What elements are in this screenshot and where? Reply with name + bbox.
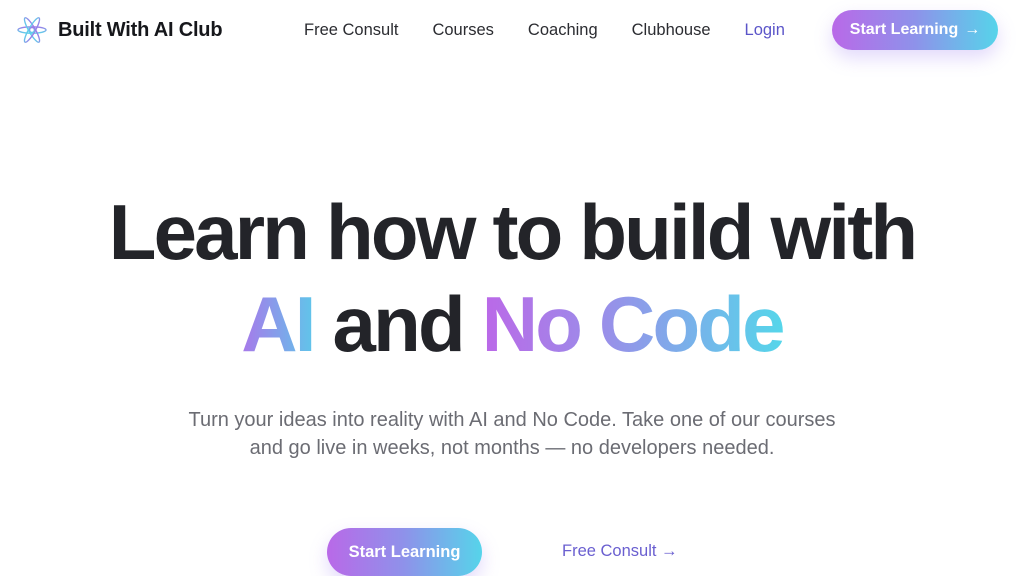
brand-home-link[interactable]: Built With AI Club [16, 14, 223, 46]
nav-cta-label: Start Learning [849, 21, 959, 38]
hero-title-line-2: AI and No Code [0, 278, 1024, 370]
hero-subtitle: Turn your ideas into reality with AI and… [0, 406, 1024, 462]
hero-title-and: and [313, 280, 482, 368]
hero-title-ai: AI [241, 280, 316, 368]
hero-free-consult-link[interactable]: Free Consult → [562, 542, 678, 561]
hero-title-no-code: No Code [481, 280, 786, 368]
nav-links: Free Consult Courses Coaching Clubhouse … [304, 20, 819, 40]
arrow-right-icon: → [964, 21, 981, 38]
nav-link-free-consult[interactable]: Free Consult [304, 20, 398, 40]
hero-subtitle-line-1: Turn your ideas into reality with AI and… [188, 409, 836, 431]
hero-subtitle-line-2: and go live in weeks, not months — no de… [249, 437, 775, 459]
top-navbar: Built With AI Club Free Consult Courses … [0, 0, 1024, 62]
nav-link-coaching[interactable]: Coaching [528, 20, 598, 40]
login-link[interactable]: Login [745, 20, 785, 40]
nav-link-clubhouse[interactable]: Clubhouse [632, 20, 711, 40]
nav-link-courses[interactable]: Courses [432, 20, 493, 40]
hero-start-learning-button[interactable]: Start Learning [327, 528, 482, 576]
nav-start-learning-button[interactable]: Start Learning → [832, 10, 998, 50]
hero-title-line-1: Learn how to build with [108, 188, 918, 276]
atom-star-icon [16, 14, 48, 46]
brand-name: Built With AI Club [58, 18, 223, 41]
